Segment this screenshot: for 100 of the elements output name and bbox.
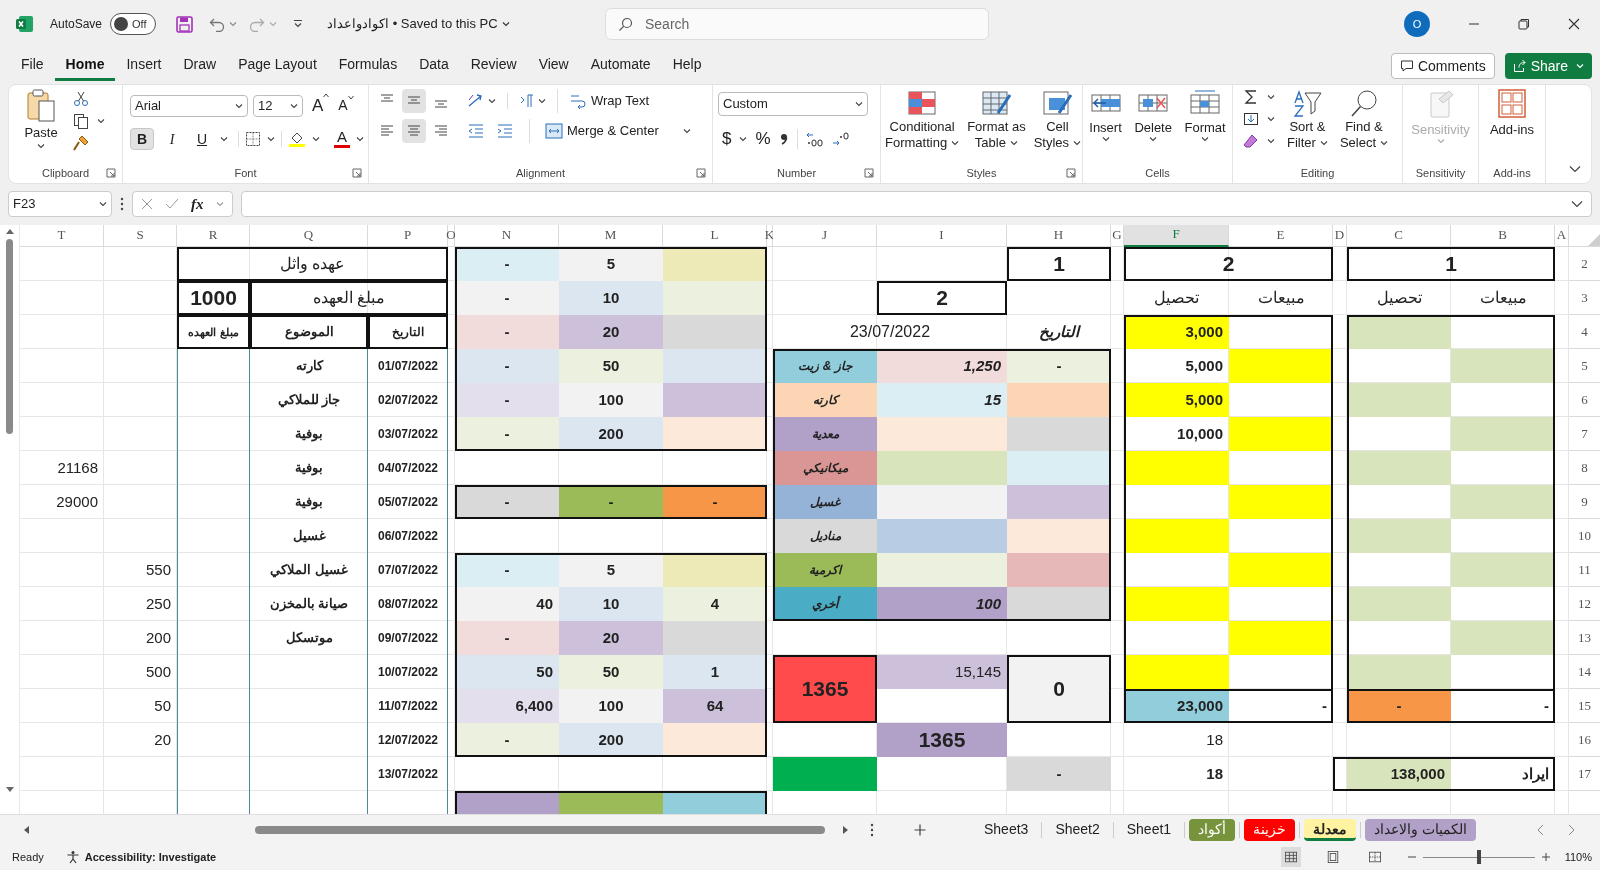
table-cell[interactable]: 18 [1124, 723, 1229, 757]
table-cell[interactable]: 200 [104, 621, 177, 655]
table-cell[interactable] [663, 621, 767, 655]
table-cell[interactable]: 10/07/2022 [368, 655, 448, 689]
number-format-select[interactable]: Custom [718, 92, 868, 116]
copy-icon[interactable] [73, 113, 89, 129]
expand-icon[interactable] [1571, 200, 1583, 208]
table-cell[interactable]: بوفية [250, 451, 368, 485]
search-field[interactable]: Search [605, 8, 989, 40]
caret-icon[interactable] [1267, 138, 1275, 144]
column-header[interactable]: B [1451, 225, 1555, 247]
table-cell[interactable]: 250 [104, 587, 177, 621]
table-cell[interactable] [663, 349, 767, 383]
table-cell[interactable] [877, 553, 1007, 587]
cells-button[interactable]: Format [1184, 89, 1226, 142]
customize-toolbar-icon[interactable] [293, 19, 304, 29]
menu-tab[interactable]: File [10, 51, 55, 81]
table-cell[interactable]: أخري [773, 587, 877, 621]
table-cell[interactable]: 21168 [20, 451, 104, 485]
table-cell[interactable] [1347, 383, 1451, 417]
zoom-level[interactable]: 110% [1564, 848, 1592, 866]
caret-icon[interactable] [488, 98, 496, 104]
table-cell[interactable]: تحصيل [1124, 281, 1229, 315]
font-color-button[interactable]: A [334, 129, 350, 148]
table-cell[interactable]: عهده واثل [177, 247, 448, 281]
undo-icon[interactable] [209, 16, 226, 32]
table-cell[interactable] [1007, 383, 1111, 417]
previous-sheet-icon[interactable] [1536, 824, 1544, 836]
menu-tab[interactable]: Automate [579, 51, 662, 81]
caret-icon[interactable] [739, 135, 748, 142]
table-cell[interactable]: 06/07/2022 [368, 519, 448, 553]
scrollbar-thumb[interactable] [6, 239, 13, 434]
styles-button[interactable]: Cell Styles [1029, 89, 1086, 151]
caret-icon[interactable] [1149, 136, 1158, 142]
table-cell[interactable]: 04/07/2022 [368, 451, 448, 485]
underline-button[interactable]: U [190, 127, 214, 150]
scroll-up-icon[interactable] [4, 227, 15, 235]
cancel-icon[interactable] [141, 198, 153, 210]
column-header[interactable]: S [104, 225, 177, 247]
column-header[interactable]: I [877, 225, 1007, 247]
table-cell[interactable] [1007, 519, 1111, 553]
decrease-decimal-icon[interactable] [831, 130, 850, 147]
caret-icon[interactable] [356, 135, 364, 142]
table-cell[interactable]: جاز للملاكي [250, 383, 368, 417]
table-cell[interactable] [1124, 519, 1229, 553]
table-cell[interactable]: مناديل [773, 519, 877, 553]
scroll-down-icon[interactable] [4, 786, 15, 794]
scissors-icon[interactable] [73, 91, 89, 107]
table-cell[interactable]: - [1451, 689, 1555, 723]
table-cell[interactable] [1347, 519, 1451, 553]
table-cell[interactable] [1229, 621, 1333, 655]
user-avatar[interactable]: O [1404, 11, 1430, 37]
accessibility-icon[interactable] [65, 850, 80, 864]
menu-tab[interactable]: Data [408, 51, 460, 81]
column-header[interactable]: F [1124, 225, 1229, 247]
table-cell[interactable]: 1 [1347, 247, 1555, 281]
increase-decimal-icon[interactable] [805, 130, 824, 147]
caret-icon[interactable] [682, 128, 691, 134]
table-cell[interactable]: 02/07/2022 [368, 383, 448, 417]
sort-filter-button[interactable]: Sort & Filter [1287, 89, 1328, 151]
currency-button[interactable]: $ [722, 126, 732, 152]
find-select-button[interactable]: Find & Select [1339, 89, 1389, 151]
dialog-launcher-icon[interactable] [352, 168, 362, 178]
table-cell[interactable]: جاز & زيت [773, 349, 877, 383]
table-cell[interactable]: 11/07/2022 [368, 689, 448, 723]
increase-font-size-button[interactable]: A [312, 93, 330, 119]
caret-icon[interactable] [1267, 116, 1275, 122]
table-cell[interactable]: 50 [455, 655, 559, 689]
column-header[interactable]: A [1555, 225, 1569, 247]
table-cell[interactable] [663, 383, 767, 417]
table-cell[interactable]: 100 [877, 587, 1007, 621]
accessibility-status[interactable]: Accessibility: Investigate [84, 848, 217, 866]
column-header[interactable]: M [559, 225, 663, 247]
table-cell[interactable] [663, 315, 767, 349]
table-cell[interactable] [1451, 553, 1555, 587]
table-cell[interactable]: 2 [877, 281, 1007, 315]
table-cell[interactable]: 0 [1007, 655, 1111, 723]
table-cell[interactable]: 10,000 [1124, 417, 1229, 451]
table-cell[interactable]: 18 [1124, 757, 1229, 791]
align-center-icon[interactable] [402, 119, 426, 143]
normal-view-icon[interactable] [1280, 847, 1301, 867]
column-header[interactable]: T [20, 225, 104, 247]
column-header[interactable]: E [1229, 225, 1333, 247]
decrease-font-size-button[interactable]: A [338, 95, 354, 117]
text-direction-icon[interactable] [519, 93, 535, 109]
caret-icon[interactable] [538, 98, 546, 104]
table-cell[interactable]: كارته [250, 349, 368, 383]
table-cell[interactable]: تحصيل [1347, 281, 1451, 315]
table-cell[interactable]: غسيل [773, 485, 877, 519]
table-cell[interactable] [663, 247, 767, 281]
table-cell[interactable]: 12/07/2022 [368, 723, 448, 757]
cells-button[interactable]: Delete [1134, 89, 1172, 142]
table-cell[interactable]: 15,145 [877, 655, 1007, 689]
table-cell[interactable]: - [1007, 757, 1111, 791]
caret-icon[interactable] [1201, 136, 1210, 142]
table-cell[interactable] [1229, 485, 1333, 519]
column-header[interactable]: J [773, 225, 877, 247]
table-cell[interactable]: 200 [559, 723, 663, 757]
formula-input[interactable] [240, 191, 1592, 217]
table-cell[interactable]: 20 [559, 621, 663, 655]
